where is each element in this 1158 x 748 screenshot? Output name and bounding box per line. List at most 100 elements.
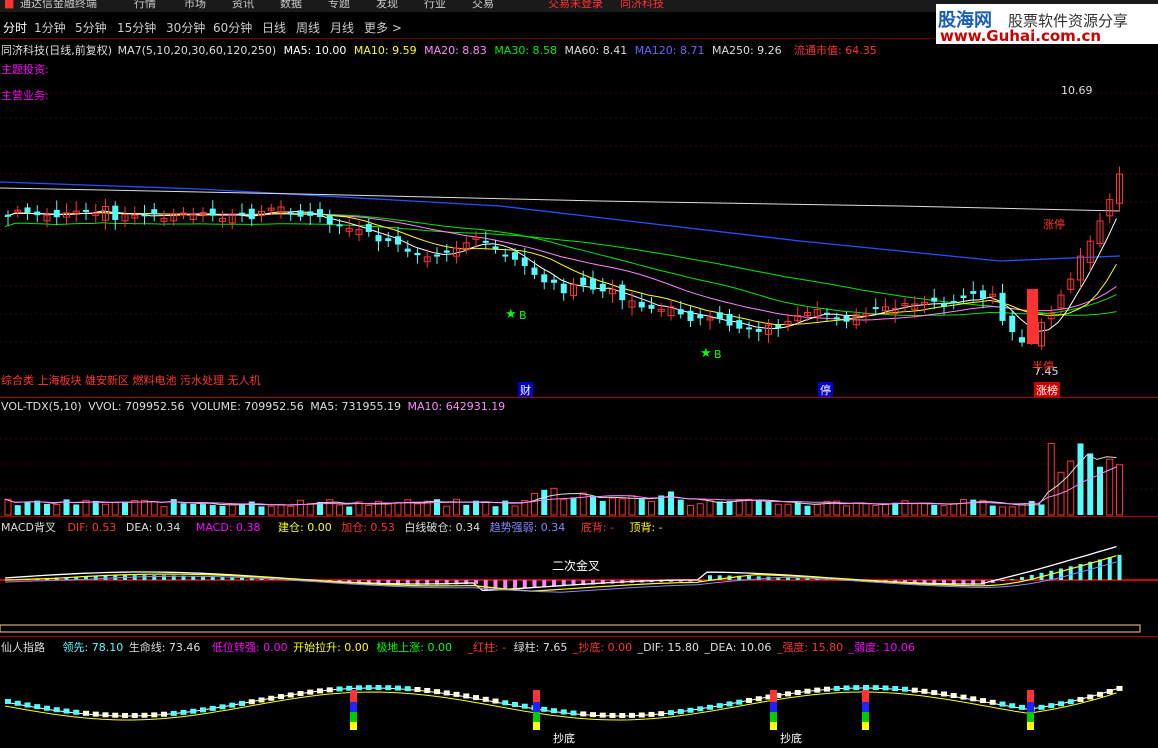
menu-item-discover[interactable]: 发现: [376, 0, 398, 10]
xianren-block: [892, 685, 899, 691]
top-stock-name: 同济科技: [620, 0, 664, 10]
candle-body: [872, 307, 879, 310]
candle-body: [531, 267, 538, 275]
buy-star-icon: ★: [700, 346, 712, 361]
volume-bar: [287, 505, 295, 516]
xianren-block: [521, 703, 528, 709]
menu-item-industry[interactable]: 行业: [424, 0, 446, 10]
volume-bar: [765, 500, 772, 515]
xianren-block: [385, 685, 392, 691]
volume-bar: [541, 489, 548, 515]
candle-body: [726, 313, 733, 326]
candle-body: [551, 279, 557, 283]
macd-bar: [522, 580, 527, 589]
candle-body: [590, 278, 596, 290]
menu-item-market[interactable]: 市场: [184, 0, 206, 10]
candle-body: [307, 211, 314, 216]
macd-bar: [152, 575, 157, 580]
macd-bar: [795, 578, 800, 580]
xianren-block: [112, 712, 119, 718]
xianren-block: [1058, 701, 1064, 707]
panel-divider: [0, 397, 1158, 398]
xianren-block: [434, 689, 440, 695]
candle-body: [950, 301, 957, 304]
vvol-value: VVOL: 709952.56: [88, 400, 185, 413]
candle-body: [34, 211, 41, 216]
volume-bar: [346, 506, 353, 515]
menu-item-trade[interactable]: 交易: [472, 0, 494, 10]
candle-body: [414, 252, 421, 256]
xianren-block: [83, 710, 89, 716]
candle-body: [638, 301, 645, 308]
tab-60min[interactable]: 60分钟: [213, 19, 252, 36]
xianren-block: [443, 690, 450, 696]
login-status[interactable]: 交易未登录: [548, 0, 603, 10]
macd-chart[interactable]: [0, 532, 1158, 636]
candlestick-chart[interactable]: [0, 56, 1158, 396]
xianren-block: [648, 711, 655, 717]
signal-column: [533, 712, 540, 722]
volume-bar: [1077, 443, 1084, 515]
volume-bar: [102, 503, 109, 516]
signal-column: [533, 690, 540, 702]
tab-weekly[interactable]: 周线: [296, 19, 320, 36]
candle-body: [755, 328, 762, 332]
macd-bar: [474, 580, 478, 584]
vol-ma10-value: MA10: 642931.19: [407, 400, 506, 413]
xianren-block: [882, 685, 889, 691]
xianren-block: [989, 699, 996, 705]
buy-label-2: B: [714, 348, 722, 361]
xianren-chart[interactable]: [0, 652, 1158, 748]
candle-body: [677, 309, 684, 315]
volume-bar: [668, 491, 674, 515]
tab-1min[interactable]: 1分钟: [34, 19, 66, 36]
xianren-block: [746, 697, 752, 703]
tab-30min[interactable]: 30分钟: [166, 19, 205, 36]
xianren-block: [911, 687, 918, 693]
macd-bar: [1088, 561, 1093, 580]
menu-item-topic[interactable]: 专题: [328, 0, 350, 10]
volume-bar: [696, 503, 704, 516]
candle-body: [775, 324, 782, 329]
xianren-block: [599, 712, 606, 718]
volume-bar: [1047, 442, 1055, 516]
menu-item-quote[interactable]: 行情: [134, 0, 156, 10]
volume-bar: [862, 503, 870, 516]
menu-item-data[interactable]: 数据: [280, 0, 302, 10]
xianren-block: [853, 685, 860, 691]
banting-tag: 半停: [1032, 360, 1054, 373]
menu-item-news[interactable]: 资讯: [232, 0, 254, 10]
signal-column: [770, 690, 777, 702]
xianren-block: [804, 688, 811, 694]
signal-column: [862, 722, 869, 730]
suspend-marker[interactable]: 停: [818, 382, 833, 398]
xianren-block: [463, 693, 470, 699]
chaodi-mark-2: 抄底: [780, 732, 802, 745]
volume-bar: [618, 498, 626, 516]
tab-fenshi[interactable]: 分时: [3, 19, 27, 36]
xianren-block: [863, 685, 869, 691]
signal-column: [862, 702, 869, 712]
xianren-block: [453, 691, 460, 697]
finance-marker[interactable]: 财: [518, 382, 533, 398]
tab-monthly[interactable]: 月线: [330, 19, 354, 36]
volume-bar: [648, 501, 655, 516]
volume-bar: [1038, 504, 1045, 515]
volume-bar: [53, 504, 61, 516]
volume-chart[interactable]: [0, 414, 1158, 516]
macd-bar: [708, 575, 712, 580]
tab-daily[interactable]: 日线: [262, 19, 286, 36]
signal-column: [1027, 702, 1034, 712]
xianren-block: [278, 694, 284, 700]
macd-bar: [1098, 559, 1102, 580]
tab-more[interactable]: 更多 >: [364, 19, 402, 36]
xianren-block: [872, 685, 879, 691]
tab-15min[interactable]: 15分钟: [117, 19, 156, 36]
tab-5min[interactable]: 5分钟: [75, 19, 107, 36]
candle-body: [931, 297, 938, 302]
xianren-block: [1048, 703, 1055, 709]
xianren-block: [317, 688, 323, 694]
volume-bar: [258, 506, 265, 515]
xianren-block: [44, 705, 50, 711]
candle-body: [843, 315, 850, 322]
